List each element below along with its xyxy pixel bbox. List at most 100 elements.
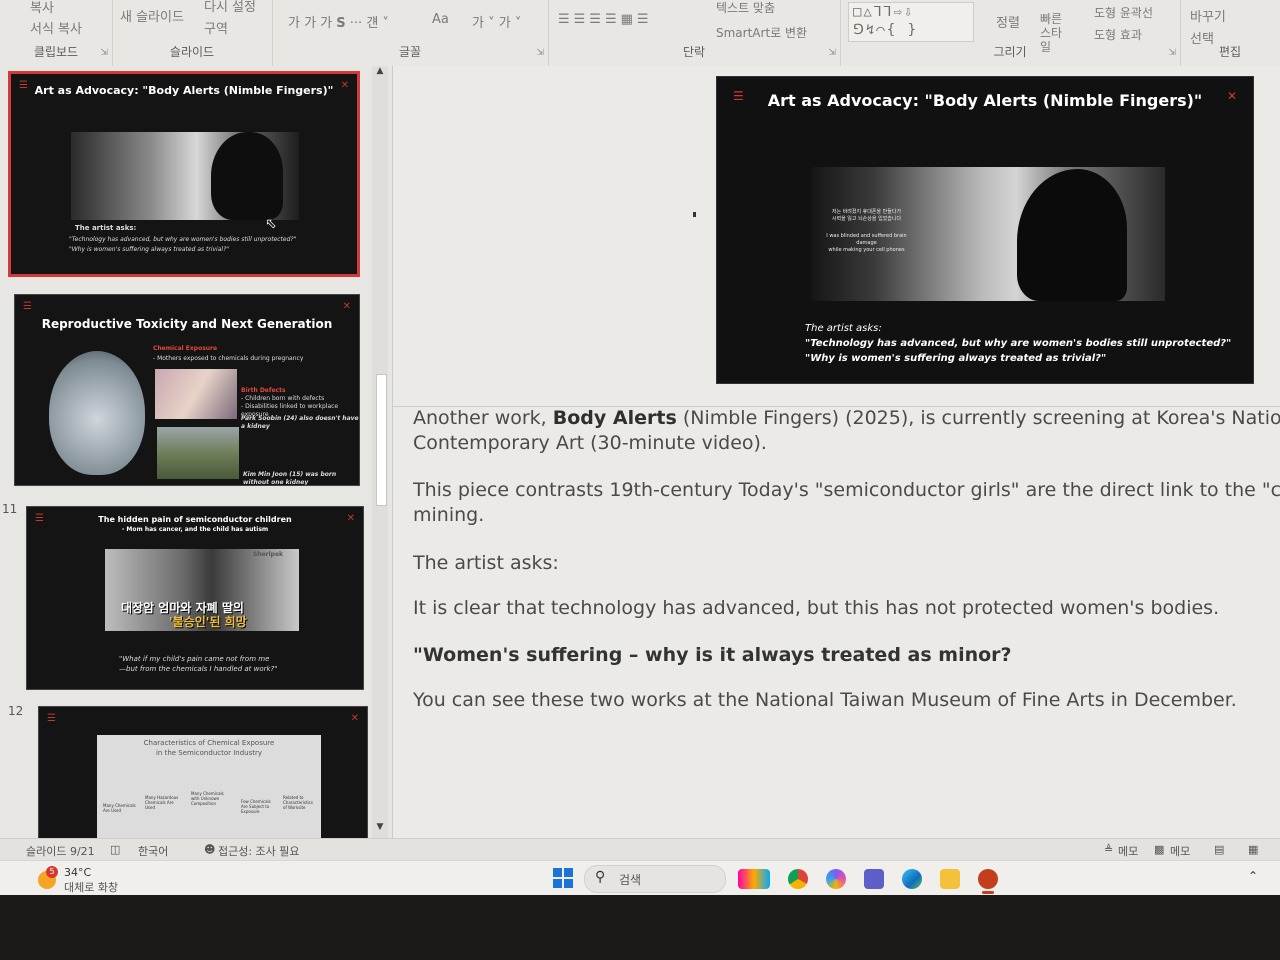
- clipboard-launcher-icon[interactable]: ⇲: [100, 48, 108, 58]
- taskbar-search[interactable]: ⚲ 검색: [584, 865, 726, 893]
- comments-icon[interactable]: ▩: [1154, 843, 1164, 856]
- slide-thumbnail-12[interactable]: ☰ ✕ Characteristics of Chemical Exposure…: [38, 706, 368, 839]
- editing-label: 편집: [1218, 45, 1242, 59]
- note-paragraph-1-line-2[interactable]: Contemporary Art (30-minute video).: [413, 432, 767, 454]
- format-painter-button[interactable]: 서식 복사: [30, 18, 82, 37]
- windows-start-icon[interactable]: [553, 868, 573, 888]
- scroll-up-icon[interactable]: ▲: [374, 66, 386, 78]
- slide-question-2[interactable]: "Why is women's suffering always treated…: [805, 353, 1106, 364]
- thumbnail-scrollbar[interactable]: ▲ ▼: [372, 66, 388, 838]
- font-label: 글꼴: [398, 45, 422, 59]
- thumb-korean2: '불승인'된 희망: [169, 615, 247, 629]
- thumb-q1: "Technology has advanced, but why are wo…: [69, 236, 297, 243]
- slide-sorter-icon[interactable]: ▦: [1248, 843, 1258, 856]
- font-size-button[interactable]: Aa: [432, 12, 449, 27]
- slide-number-11: 11: [2, 502, 18, 516]
- smartart-button[interactable]: SmartArt로 변환: [716, 24, 807, 41]
- reset-button[interactable]: 다시 설정: [204, 0, 256, 15]
- current-slide[interactable]: ☰ ✕ Art as Advocacy: "Body Alerts (Nimbl…: [716, 76, 1254, 384]
- accessibility-icon[interactable]: ☻: [204, 843, 215, 856]
- normal-view-icon[interactable]: ▤: [1214, 843, 1224, 856]
- thumb-subtitle: - Mom has cancer, and the child has auti…: [121, 526, 269, 533]
- font-buttons[interactable]: 가 가 가 S ··· 걘 ˅: [288, 12, 389, 31]
- search-icon: ⚲: [595, 869, 606, 885]
- slide-thumbnail-10[interactable]: ☰ ✕ Reproductive Toxicity and Next Gener…: [14, 294, 360, 486]
- notes-toggle-button[interactable]: 메모: [1118, 843, 1138, 859]
- thumb-card-3: Many Chemicals with Unknown Composition: [191, 791, 224, 806]
- language-indicator[interactable]: 한국어: [138, 843, 168, 859]
- note-paragraph-5[interactable]: "Women's suffering – why is it always tr…: [413, 644, 1012, 666]
- accessibility-status[interactable]: 접근성: 조사 필요: [218, 843, 300, 859]
- replace-button[interactable]: 바꾸기: [1190, 6, 1226, 25]
- note-paragraph-2-line-2[interactable]: mining.: [413, 504, 484, 526]
- thumb-heading1: Chemical Exposure: [153, 345, 218, 352]
- note-paragraph-4[interactable]: It is clear that technology has advanced…: [413, 597, 1219, 619]
- tray-chevron-icon[interactable]: ⌃: [1248, 869, 1258, 883]
- note-paragraph-3[interactable]: The artist asks:: [413, 552, 559, 574]
- new-slide-button[interactable]: 새 슬라이드: [120, 6, 184, 25]
- notes-toggle-icon[interactable]: ≜: [1104, 843, 1113, 856]
- slides-group: 새 슬라이드 다시 설정 구역 슬라이드: [112, 0, 273, 66]
- slide-number-12: 12: [8, 704, 24, 718]
- note-paragraph-1[interactable]: Another work, Body Alerts (Nimble Finger…: [413, 407, 1280, 429]
- thumb-subtitle: in the Semiconductor Industry: [155, 749, 263, 757]
- note-p1-bold: Body Alerts: [552, 407, 677, 429]
- slide-title[interactable]: Art as Advocacy: "Body Alerts (Nimble Fi…: [717, 91, 1253, 110]
- caption-line-4: while making your cell phones: [828, 247, 905, 253]
- thumb-quote1: "What if my child's pain came not from m…: [119, 655, 270, 663]
- teams-icon[interactable]: [864, 869, 884, 889]
- font-launcher-icon[interactable]: ⇲: [536, 48, 544, 58]
- chrome-icon[interactable]: [788, 869, 808, 889]
- widgets-icon[interactable]: [738, 869, 770, 889]
- scrollbar-thumb[interactable]: [376, 374, 387, 506]
- screen: 복사 서식 복사 클립보드 ⇲ 새 슬라이드 다시 설정 구역 슬라이드 가 가…: [0, 0, 1280, 895]
- comments-button[interactable]: 메모: [1170, 843, 1190, 859]
- search-placeholder: 검색: [619, 873, 642, 887]
- slide-thumbnail-9[interactable]: ☰ ✕ Art as Advocacy: "Body Alerts (Nimbl…: [8, 71, 360, 277]
- notes-pane[interactable]: Another work, Body Alerts (Nimble Finger…: [393, 406, 1280, 839]
- paragraph-group: ☰☰☰☰▦☰ 텍스트 맞춤 SmartArt로 변환 단락 ⇲: [548, 0, 841, 66]
- clipboard-group: 복사 서식 복사 클립보드 ⇲: [0, 0, 113, 66]
- section-button[interactable]: 구역: [204, 18, 228, 37]
- thumb-photo-1: [155, 369, 237, 419]
- shapes-gallery[interactable]: □△⅂⅂⇨⇩ ⅁↯⌒{ }: [848, 2, 974, 42]
- note-paragraph-2[interactable]: This piece contrasts 19th-century Today'…: [413, 479, 1280, 501]
- slide-thumbnail-11[interactable]: ☰ ✕ The hidden pain of semiconductor chi…: [26, 506, 364, 690]
- thumb-card-4: Few Chemicals Are Subject to Exposure: [241, 799, 271, 814]
- note-p1-post: (Nimble Fingers) (2025), is currently sc…: [676, 407, 1280, 429]
- slide-question-1[interactable]: "Technology has advanced, but why are wo…: [805, 338, 1231, 349]
- thumb-title: Reproductive Toxicity and Next Generatio…: [41, 317, 333, 331]
- note-paragraph-6[interactable]: You can see these two works at the Natio…: [413, 689, 1237, 711]
- slide-editor[interactable]: ☰ ✕ Art as Advocacy: "Body Alerts (Nimbl…: [393, 66, 1280, 406]
- thumb-heading2: Birth Defects: [241, 387, 286, 394]
- arrange-button[interactable]: 정렬: [996, 12, 1020, 31]
- powerpoint-icon[interactable]: [978, 869, 998, 889]
- spellcheck-icon[interactable]: ◫: [110, 843, 120, 856]
- copilot-icon[interactable]: [826, 869, 846, 889]
- thumb-silhouette: [211, 132, 283, 220]
- caption-line-1: 저는 바려졌지 휴대폰을 만들다가: [831, 209, 902, 215]
- thumb-card-2: Many Hazardous Chemicals Are Used: [145, 795, 179, 810]
- slide-counter: 슬라이드 9/21: [26, 845, 95, 858]
- mouse-cursor-icon: ⬁: [265, 216, 277, 232]
- copy-button[interactable]: 복사: [30, 0, 54, 16]
- text-fit-button[interactable]: 텍스트 맞춤: [716, 0, 775, 16]
- thumb-logo: Sherlpek: [253, 551, 284, 558]
- align-buttons[interactable]: ☰☰☰☰▦☰: [558, 12, 653, 27]
- drawing-launcher-icon[interactable]: ⇲: [1168, 48, 1176, 58]
- paragraph-label: 단락: [682, 45, 706, 59]
- weather-temp[interactable]: 34°C: [64, 866, 91, 879]
- ribbon: 복사 서식 복사 클립보드 ⇲ 새 슬라이드 다시 설정 구역 슬라이드 가 가…: [0, 0, 1280, 67]
- slide-asks-label[interactable]: The artist asks:: [805, 323, 882, 334]
- editing-group: 바꾸기 선택 편집: [1180, 0, 1280, 66]
- scroll-down-icon[interactable]: ▼: [374, 822, 386, 834]
- shape-outline-button[interactable]: 도형 윤곽선: [1094, 4, 1153, 21]
- weather-desc[interactable]: 대체로 화창: [64, 879, 118, 895]
- file-explorer-icon[interactable]: [940, 869, 960, 889]
- droplet-illustration: [49, 351, 145, 475]
- font-color-buttons[interactable]: 가 ˅ 가 ˅: [472, 12, 521, 31]
- close-icon: ✕: [342, 301, 351, 312]
- paragraph-launcher-icon[interactable]: ⇲: [828, 48, 836, 58]
- edge-icon[interactable]: [902, 869, 922, 889]
- shape-effects-button[interactable]: 도형 효과: [1094, 26, 1142, 43]
